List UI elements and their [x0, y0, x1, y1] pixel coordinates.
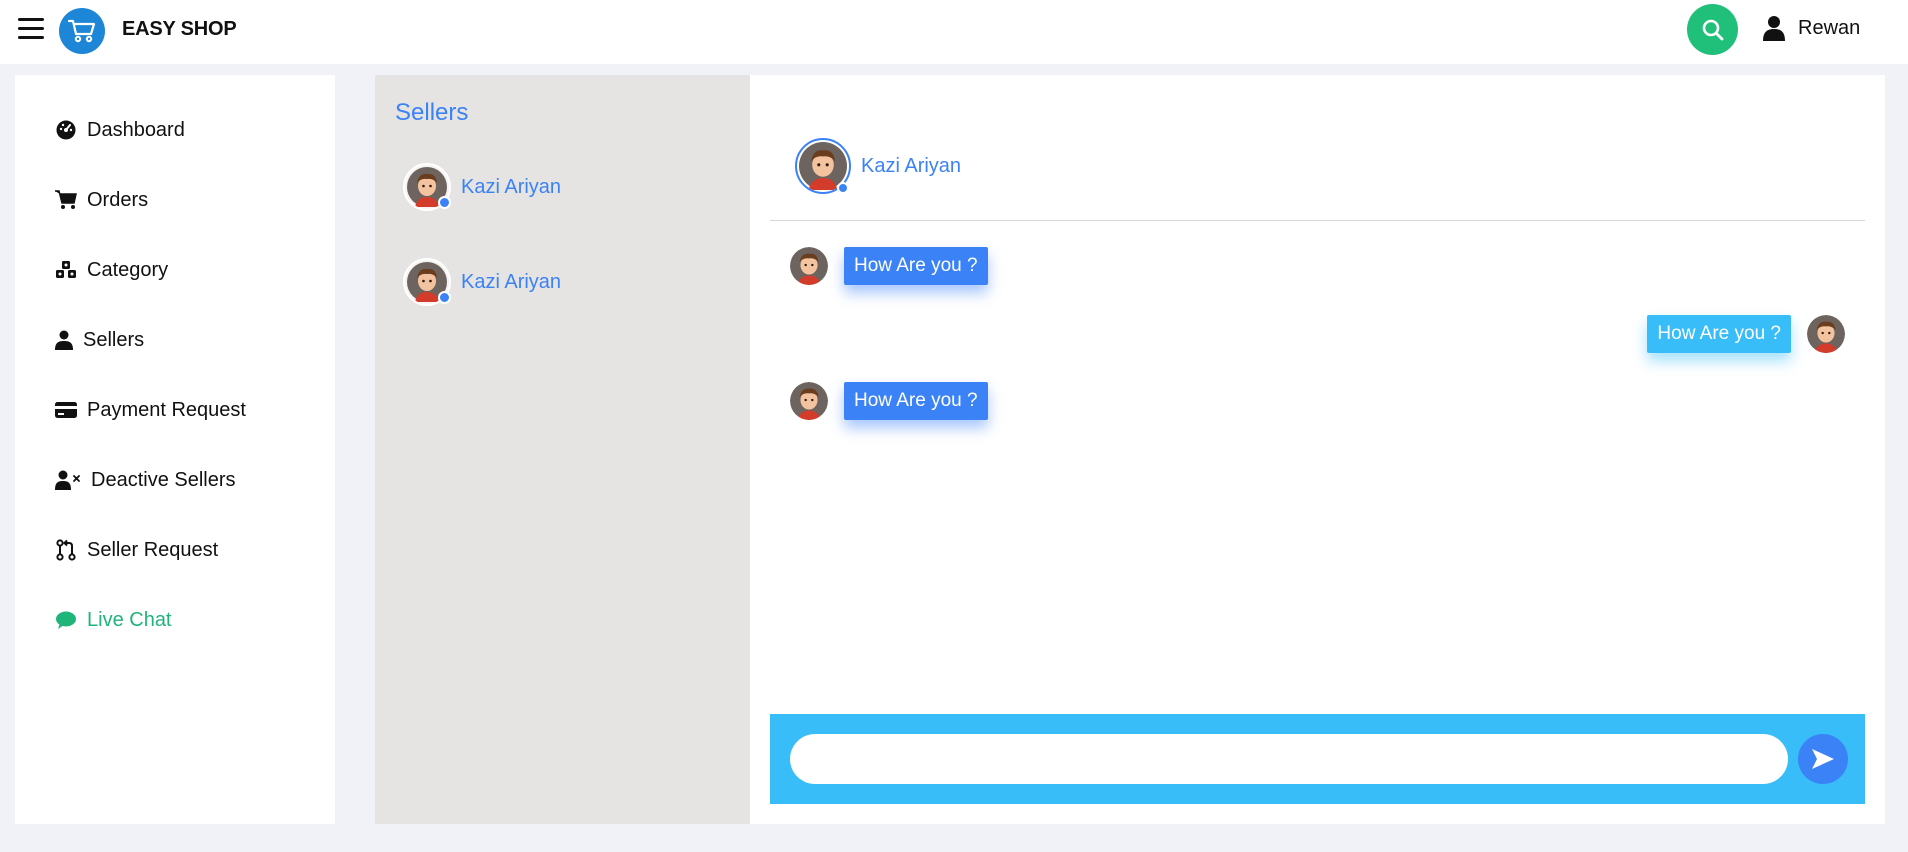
git-pull-request-icon — [55, 539, 77, 561]
online-status-dot — [837, 182, 849, 194]
sidebar-item-dashboard[interactable]: Dashboard — [55, 115, 185, 145]
send-button[interactable] — [1798, 734, 1848, 784]
sidebar-item-deactive-sellers[interactable]: Deactive Sellers — [55, 465, 236, 495]
user-icon — [1763, 16, 1785, 41]
sidebar-item-label: Seller Request — [87, 538, 219, 561]
chat-contact-name: Kazi Ariyan — [861, 154, 962, 177]
user-name: Rewan — [1798, 16, 1861, 39]
sidebar-item-seller-request[interactable]: Seller Request — [55, 535, 218, 565]
sidebar-item-label: Payment Request — [87, 398, 246, 421]
send-icon — [1812, 749, 1834, 769]
seller-list-item[interactable]: Kazi Ariyan — [403, 256, 561, 308]
dashboard-icon — [55, 119, 77, 141]
sidebar-item-label: Live Chat — [87, 608, 172, 631]
chat-area: Kazi Ariyan How Are you ? How Are you ? … — [750, 75, 1885, 824]
sidebar-item-label: Orders — [87, 188, 149, 211]
avatar — [790, 247, 828, 285]
sidebar-item-payment-request[interactable]: Payment Request — [55, 395, 246, 425]
sellers-panel: Sellers Kazi Ariyan Kazi Ariyan — [375, 75, 750, 824]
user-x-icon — [55, 469, 81, 491]
cart-icon — [55, 189, 77, 211]
sidebar-item-label: Deactive Sellers — [91, 468, 236, 491]
sellers-panel-title: Sellers — [395, 99, 469, 126]
top-bar: EASY SHOP Rewan — [0, 0, 1908, 64]
message-bubble: How Are you ? — [844, 382, 988, 420]
seller-name: Kazi Ariyan — [461, 175, 562, 198]
sidebar-item-label: Sellers — [83, 328, 145, 351]
avatar — [790, 382, 828, 420]
message-bubble: How Are you ? — [1647, 315, 1791, 353]
credit-card-icon — [55, 399, 77, 421]
message-input[interactable] — [790, 734, 1788, 784]
message-composer — [770, 714, 1865, 804]
sidebar-item-label: Dashboard — [87, 118, 185, 141]
online-status-dot — [438, 196, 451, 209]
chat-header: Kazi Ariyan — [795, 138, 961, 194]
chat-message-outgoing: How Are you ? — [1647, 315, 1845, 353]
chat-message-incoming: How Are you ? — [790, 247, 988, 285]
shop-logo-icon — [59, 8, 105, 54]
chat-divider — [770, 220, 1865, 221]
sidebar-item-label: Category — [87, 258, 169, 281]
user-icon — [55, 329, 73, 351]
online-status-dot — [438, 291, 451, 304]
sidebar-item-live-chat[interactable]: Live Chat — [55, 605, 172, 635]
message-bubble: How Are you ? — [844, 247, 988, 285]
sidebar-item-orders[interactable]: Orders — [55, 185, 148, 215]
sidebar: Dashboard Orders Category Sellers Paymen… — [15, 75, 335, 824]
sidebar-item-category[interactable]: Category — [55, 255, 168, 285]
search-button[interactable] — [1687, 4, 1738, 55]
seller-list-item[interactable]: Kazi Ariyan — [403, 161, 561, 213]
chat-bubble-icon — [55, 609, 77, 631]
user-menu[interactable]: Rewan — [1762, 14, 1860, 42]
chat-message-incoming: How Are you ? — [790, 382, 988, 420]
search-icon — [1702, 19, 1723, 40]
hamburger-menu-icon[interactable] — [18, 18, 44, 40]
brand-name: EASY SHOP — [122, 18, 237, 40]
cubes-icon — [55, 259, 77, 281]
seller-name: Kazi Ariyan — [461, 270, 562, 293]
avatar — [1807, 315, 1845, 353]
sidebar-item-sellers[interactable]: Sellers — [55, 325, 144, 355]
